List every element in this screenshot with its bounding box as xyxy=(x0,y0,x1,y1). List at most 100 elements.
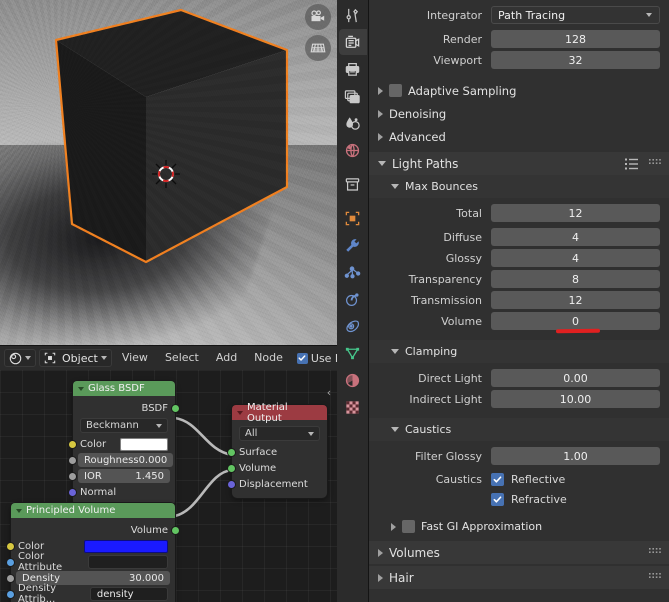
grip-dots-icon[interactable] xyxy=(649,158,661,169)
principled-volume-node-header[interactable]: Principled Volume xyxy=(11,503,175,518)
bounce-transmission-field[interactable]: 12 xyxy=(491,291,660,309)
volumes-header[interactable]: Volumes xyxy=(369,541,669,564)
socket-mo-volume-in[interactable] xyxy=(228,464,235,472)
node-input-ior[interactable]: IOR 1.450 xyxy=(69,468,175,484)
bounce-total-field[interactable]: 12 xyxy=(491,204,660,222)
data-tab[interactable] xyxy=(339,340,367,366)
viewport-samples-field[interactable]: 32 xyxy=(491,51,660,69)
node-input-pv-colorattr[interactable]: Color Attribute xyxy=(7,551,175,573)
editor-type-selector[interactable] xyxy=(4,349,36,367)
direct-light-field[interactable]: 0.00 xyxy=(491,369,660,387)
node-input-surface[interactable]: Surface xyxy=(228,444,327,460)
pv-densityattr-field[interactable]: density xyxy=(89,587,168,601)
adaptive-sampling-header[interactable]: Adaptive Sampling xyxy=(369,79,669,102)
caustics-reflective-checkbox[interactable] xyxy=(491,472,504,486)
shader-type-selector[interactable]: Object xyxy=(39,349,112,367)
material-output-node[interactable]: Material Output All Surface Volume Displ… xyxy=(228,402,327,498)
chevron-right-icon xyxy=(378,548,383,557)
node-input-normal[interactable]: Normal xyxy=(69,484,175,500)
socket-pv-color-in[interactable] xyxy=(7,542,14,550)
bounce-glossy-field[interactable]: 4 xyxy=(491,249,660,267)
grip-dots-icon[interactable] xyxy=(649,547,661,558)
bounce-transparency-field[interactable]: 8 xyxy=(491,270,660,288)
bounce-volume-field[interactable]: 0 xyxy=(491,312,660,330)
advanced-header[interactable]: Advanced xyxy=(369,125,669,148)
preset-list-icon[interactable] xyxy=(625,158,639,170)
material-tab[interactable] xyxy=(339,367,367,393)
socket-pv-density-in[interactable] xyxy=(7,574,14,582)
clamping-header[interactable]: Clamping xyxy=(369,340,669,363)
node-output-volume[interactable]: Volume xyxy=(11,522,179,538)
node-input-pv-densityattr[interactable]: Density Attrib... density xyxy=(7,583,175,602)
modifier-tab[interactable] xyxy=(339,232,367,258)
distribution-dropdown[interactable]: Beckmann xyxy=(80,418,168,433)
scene-tab[interactable] xyxy=(339,110,367,136)
light-paths-header[interactable]: Light Paths xyxy=(369,152,669,175)
texture-tab[interactable] xyxy=(339,394,367,420)
indirect-light-field[interactable]: 10.00 xyxy=(491,390,660,408)
tool-tab[interactable] xyxy=(339,2,367,28)
socket-bsdf-out[interactable] xyxy=(172,404,179,412)
node-sidebar-toggle[interactable]: ‹ xyxy=(323,382,335,402)
node-input-color[interactable]: Color xyxy=(69,436,175,452)
collapse-caret-icon[interactable] xyxy=(237,410,243,415)
glass-bsdf-node[interactable]: Glass BSDF BSDF Beckmann Color Roughness… xyxy=(69,381,179,506)
caustics-refractive-checkbox[interactable] xyxy=(491,492,504,506)
node-output-bsdf[interactable]: BSDF xyxy=(73,400,179,416)
menu-view[interactable]: View xyxy=(115,349,155,367)
fast-gi-checkbox[interactable] xyxy=(402,520,415,533)
socket-displacement-in[interactable] xyxy=(228,480,235,488)
filter-glossy-field[interactable]: 1.00 xyxy=(491,447,660,465)
use-nodes-checkbox[interactable] xyxy=(296,352,308,364)
adaptive-sampling-checkbox[interactable] xyxy=(389,84,402,97)
caustics-header[interactable]: Caustics xyxy=(369,418,669,441)
socket-pv-colorattr-in[interactable] xyxy=(7,558,14,566)
principled-volume-node[interactable]: Principled Volume Volume Color Color Att… xyxy=(7,503,179,602)
constraints-tab[interactable] xyxy=(339,313,367,339)
denoising-header[interactable]: Denoising xyxy=(369,102,669,125)
world-tab[interactable] xyxy=(339,137,367,163)
material-output-node-header[interactable]: Material Output xyxy=(232,402,327,424)
render-tab[interactable] xyxy=(338,29,367,55)
output-tab[interactable] xyxy=(339,56,367,82)
socket-color-in[interactable] xyxy=(69,440,76,448)
properties-panel[interactable]: Integrator Path Tracing Render 128 Viewp… xyxy=(369,0,669,602)
menu-node[interactable]: Node xyxy=(247,349,290,367)
light-paths-title: Light Paths xyxy=(392,156,459,171)
collection-tab[interactable] xyxy=(339,171,367,197)
socket-roughness-in[interactable] xyxy=(69,456,76,464)
socket-surface-in[interactable] xyxy=(228,448,235,456)
menu-add[interactable]: Add xyxy=(209,349,244,367)
max-bounces-header[interactable]: Max Bounces xyxy=(369,175,669,198)
grip-dots-icon[interactable] xyxy=(649,572,661,583)
toggle-xray-grid-icon[interactable] xyxy=(305,35,331,61)
glass-bsdf-node-header[interactable]: Glass BSDF xyxy=(73,381,175,396)
collapse-caret-icon[interactable] xyxy=(78,386,84,391)
pv-colorattr-field[interactable] xyxy=(87,555,168,569)
menu-select[interactable]: Select xyxy=(158,349,206,367)
pv-color-swatch[interactable] xyxy=(84,539,168,553)
node-input-mo-volume[interactable]: Volume xyxy=(228,460,327,476)
node-input-displacement[interactable]: Displacement xyxy=(228,476,327,492)
integrator-dropdown[interactable]: Path Tracing xyxy=(491,6,660,24)
fast-gi-header[interactable]: Fast GI Approximation xyxy=(369,515,669,538)
material-output-target-dropdown[interactable]: All xyxy=(239,426,320,441)
node-input-roughness[interactable]: Roughness 0.000 xyxy=(69,452,175,468)
view-layer-tab[interactable] xyxy=(339,83,367,109)
object-tab[interactable] xyxy=(339,205,367,231)
physics-tab[interactable] xyxy=(339,286,367,312)
node-editor-canvas[interactable]: Glass BSDF BSDF Beckmann Color Roughness… xyxy=(0,370,337,602)
camera-view-icon[interactable] xyxy=(305,4,331,30)
particles-tab[interactable] xyxy=(339,259,367,285)
collapse-caret-icon[interactable] xyxy=(16,508,22,513)
3d-viewport[interactable] xyxy=(0,0,337,345)
socket-ior-in[interactable] xyxy=(69,472,76,480)
render-samples-field[interactable]: 128 xyxy=(491,30,660,48)
socket-normal-in[interactable] xyxy=(69,488,76,496)
socket-volume-out[interactable] xyxy=(172,526,179,534)
hair-header[interactable]: Hair xyxy=(369,566,669,589)
bounce-diffuse-field[interactable]: 4 xyxy=(491,228,660,246)
color-swatch[interactable] xyxy=(120,437,168,451)
socket-pv-densityattr-in[interactable] xyxy=(7,590,14,598)
caustics-label: Caustics xyxy=(435,472,482,486)
